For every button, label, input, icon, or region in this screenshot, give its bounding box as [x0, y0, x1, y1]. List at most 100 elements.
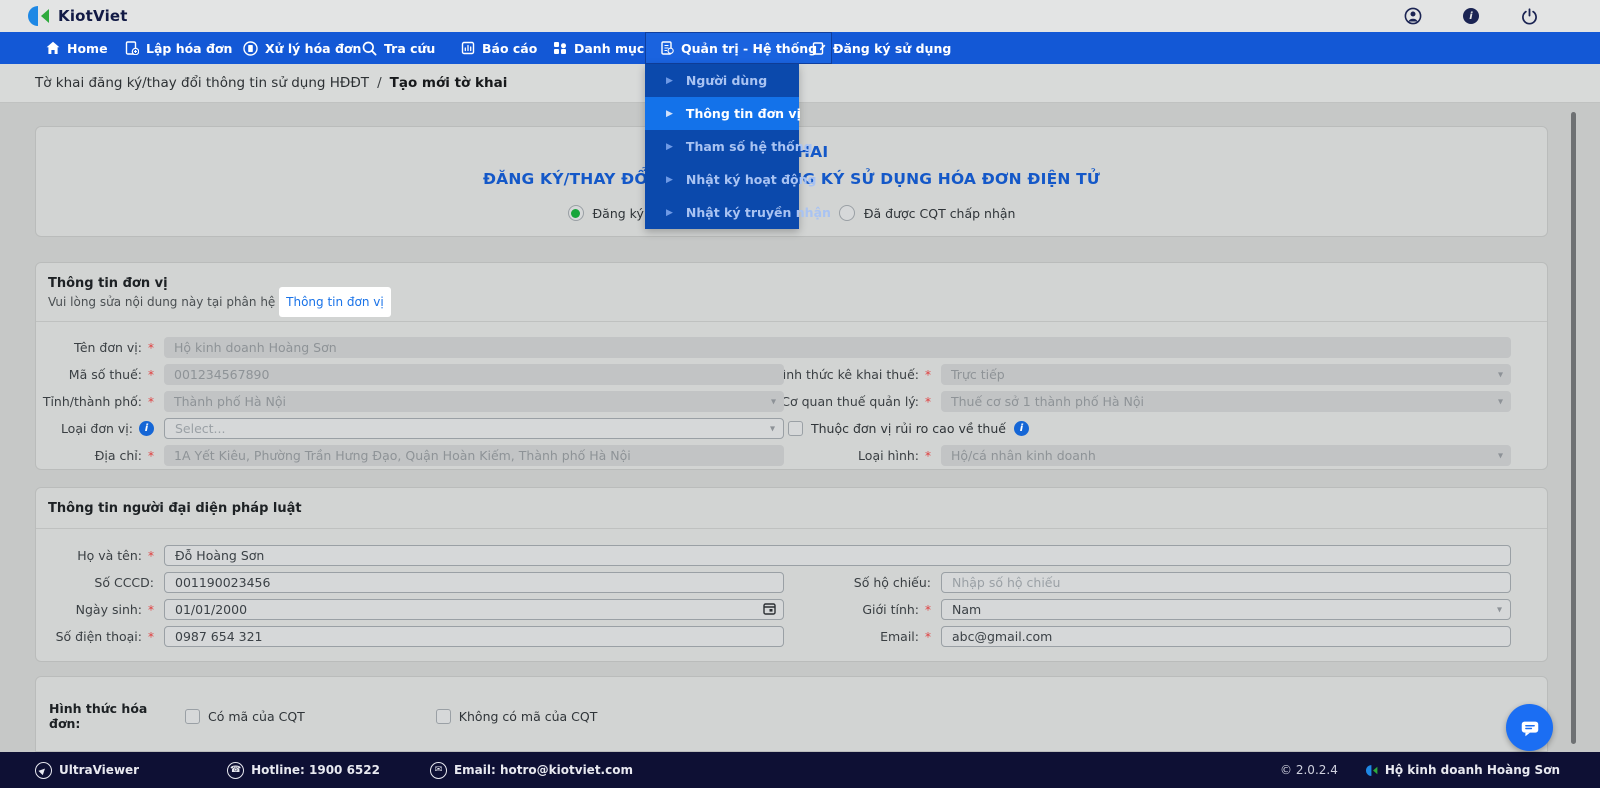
nav-item-xu-ly-hoa-don[interactable]: Xử lý hóa đơn: [243, 32, 361, 64]
menu-item-nhat-ky-truyen-nhan[interactable]: ▶ Nhật ký truyền nhận: [645, 196, 831, 229]
nav-label: Home: [67, 40, 108, 56]
checkbox-icon[interactable]: [788, 421, 803, 436]
main-nav: Home Lập hóa đơn Xử lý hóa đơn Tra cứu B…: [0, 32, 1600, 229]
representative-panel: Thông tin người đại diện pháp luật Họ và…: [35, 487, 1548, 662]
input-ten-don-vi: Hộ kinh doanh Hoàng Sơn: [164, 337, 1511, 358]
breadcrumb-parent[interactable]: Tờ khai đăng ký/thay đổi thông tin sử dụ…: [35, 75, 369, 91]
menu-item-label: Người dùng: [685, 73, 768, 88]
radio-da-duoc-cqt[interactable]: Đã được CQT chấp nhận: [838, 205, 1016, 221]
nav-label: Đăng ký sử dụng: [833, 40, 952, 56]
checkbox-icon[interactable]: [435, 708, 451, 724]
caret-down-icon: ▾: [1497, 369, 1503, 380]
info-icon[interactable]: i: [1013, 421, 1029, 436]
kiotviet-logo-icon: [28, 6, 49, 26]
nav-item-danh-muc[interactable]: Danh mục: [553, 32, 644, 64]
admin-dropdown-menu: ▶ Người dùng ▶ Thông tin đơn vị ▶ Tham s…: [645, 64, 831, 229]
checkbox-label: Có mã của CQT: [208, 708, 305, 724]
select-tinh-thanh-pho: Thành phố Hà Nội ▾: [164, 391, 784, 412]
calendar-icon[interactable]: [763, 602, 776, 618]
kiotviet-mini-logo-icon: [1365, 764, 1378, 776]
input-ngay-sinh[interactable]: 01/01/2000: [164, 599, 784, 620]
nav-item-quan-tri-he-thong[interactable]: Quản trị - Hệ thống ▶ Người dùng ▶ Thông…: [645, 32, 833, 229]
menu-item-label: Tham số hệ thống: [685, 139, 813, 154]
info-icon[interactable]: i: [1462, 7, 1480, 25]
nav-item-home[interactable]: Home: [46, 32, 108, 64]
checkbox-label: Không có mã của CQT: [458, 708, 598, 724]
arrow-right-icon: ▶: [666, 207, 673, 218]
nav-label: Danh mục: [574, 40, 645, 56]
caret-down-icon: ▾: [1497, 450, 1503, 461]
select-gioi-tinh[interactable]: Nam ▾: [941, 599, 1511, 620]
input-so-dien-thoai[interactable]: 0987 654 321: [164, 626, 784, 647]
representative-title: Thông tin người đại diện pháp luật: [48, 501, 302, 516]
caret-down-icon: ▾: [1496, 604, 1502, 615]
power-icon[interactable]: [1520, 7, 1538, 25]
nav-label: Lập hóa đơn: [146, 40, 233, 56]
vertical-scrollbar[interactable]: [1571, 112, 1576, 744]
footer-hotline[interactable]: ☎ Hotline: 1900 6522: [227, 761, 380, 779]
breadcrumb: Tờ khai đăng ký/thay đổi thông tin sử dụ…: [0, 64, 1600, 103]
field-label-ngay-sinh: Ngày sinh:: [44, 602, 154, 617]
unit-info-link[interactable]: Thông tin đơn vị: [279, 287, 391, 317]
search-icon: [362, 41, 377, 55]
admin-system-icon: [661, 41, 674, 55]
ultraviewer-icon: ▲: [35, 761, 52, 779]
nav-label: Báo cáo: [482, 40, 538, 56]
input-email[interactable]: abc@gmail.com: [941, 626, 1511, 647]
arrow-right-icon: ▶: [666, 141, 673, 152]
home-icon: [46, 41, 60, 54]
checkbox-khong-co-ma-cqt[interactable]: Không có mã của CQT: [435, 708, 598, 724]
field-label-so-cccd: Số CCCD:: [94, 575, 154, 590]
menu-item-tham-so-he-thong[interactable]: ▶ Tham số hệ thống: [645, 130, 813, 163]
checkbox-icon[interactable]: [185, 708, 200, 724]
report-icon: [461, 41, 475, 55]
mail-icon: ✉: [429, 761, 447, 779]
footer-ultraviewer[interactable]: ▲ UltraViewer: [35, 761, 140, 779]
radio-selected-icon[interactable]: [567, 205, 584, 221]
menu-item-nhat-ky-hoat-dong[interactable]: ▶ Nhật ký hoạt động: [645, 163, 817, 196]
info-icon[interactable]: i: [139, 421, 154, 436]
arrow-right-icon: ▶: [666, 108, 673, 119]
checkbox-co-ma-cqt[interactable]: Có mã của CQT: [185, 708, 305, 724]
app-window: KiotViet i Home Lập hóa đơn Xử lý hóa đơ…: [0, 0, 1600, 788]
input-dia-chi: 1A Yết Kiêu, Phường Trần Hưng Đạo, Quận …: [164, 445, 784, 466]
radio-unselected-icon[interactable]: [838, 205, 855, 221]
caret-down-icon: ▾: [769, 423, 775, 434]
footer-email-label: Email: hotro@kiotviet.com: [453, 763, 633, 777]
select-loai-don-vi[interactable]: Select... ▾: [164, 418, 784, 439]
nav-item-bao-cao[interactable]: Báo cáo: [461, 32, 537, 64]
field-label-co-quan-thue: Cơ quan thuế quản lý:: [781, 394, 931, 409]
footer-company: Hộ kinh doanh Hoàng Sơn: [1365, 763, 1560, 777]
app-version: © 2.0.2.4: [1280, 763, 1338, 777]
checkbox-label: Thuộc đơn vị rủi ro cao về thuế: [811, 421, 1006, 436]
menu-item-label: Thông tin đơn vị: [685, 106, 801, 121]
input-so-cccd[interactable]: 001190023456: [164, 572, 784, 593]
menu-item-label: Nhật ký hoạt động: [685, 172, 817, 187]
menu-item-nguoi-dung[interactable]: ▶ Người dùng: [645, 64, 799, 97]
arrow-right-icon: ▶: [666, 75, 673, 86]
footer-bar: ▲ UltraViewer ☎ Hotline: 1900 6522 ✉ Ema…: [0, 752, 1600, 788]
footer-email[interactable]: ✉ Email: hotro@kiotviet.com: [429, 761, 633, 779]
field-label-ten-don-vi: Tên đơn vị:: [44, 340, 154, 355]
nav-item-tra-cuu[interactable]: Tra cứu: [362, 32, 435, 64]
footer-ultraviewer-label: UltraViewer: [59, 763, 140, 777]
input-ho-va-ten[interactable]: Đỗ Hoàng Sơn: [164, 545, 1511, 566]
kiotviet-logo[interactable]: KiotViet: [28, 4, 128, 28]
arrow-right-icon: ▶: [666, 174, 673, 185]
radio-label: Đã được CQT chấp nhận: [863, 205, 1016, 221]
process-invoice-icon: [243, 40, 258, 56]
nav-item-lap-hoa-don[interactable]: Lập hóa đơn: [125, 32, 232, 64]
footer-hotline-label: Hotline: 1900 6522: [251, 763, 380, 777]
user-account-icon[interactable]: [1404, 7, 1422, 25]
input-so-ho-chieu[interactable]: Nhập số hộ chiếu: [941, 572, 1511, 593]
menu-item-thong-tin-don-vi[interactable]: ▶ Thông tin đơn vị: [645, 97, 801, 130]
nav-item-dang-ky-su-dung[interactable]: Đăng ký sử dụng: [812, 32, 951, 64]
field-label-hinh-thuc-ke-khai: Hình thức kê khai thuế:: [773, 367, 931, 382]
checkbox-rui-ro-row[interactable]: Thuộc đơn vị rủi ro cao về thuế i: [788, 421, 1511, 436]
field-label-dia-chi: Địa chỉ:: [44, 448, 154, 463]
chat-bubble-button[interactable]: [1506, 704, 1553, 751]
category-grid-icon: [554, 42, 566, 54]
input-ma-so-thue: 001234567890: [164, 364, 784, 385]
field-label-email: Email:: [794, 629, 931, 644]
field-label-so-dien-thoai: Số điện thoại:: [44, 629, 154, 644]
